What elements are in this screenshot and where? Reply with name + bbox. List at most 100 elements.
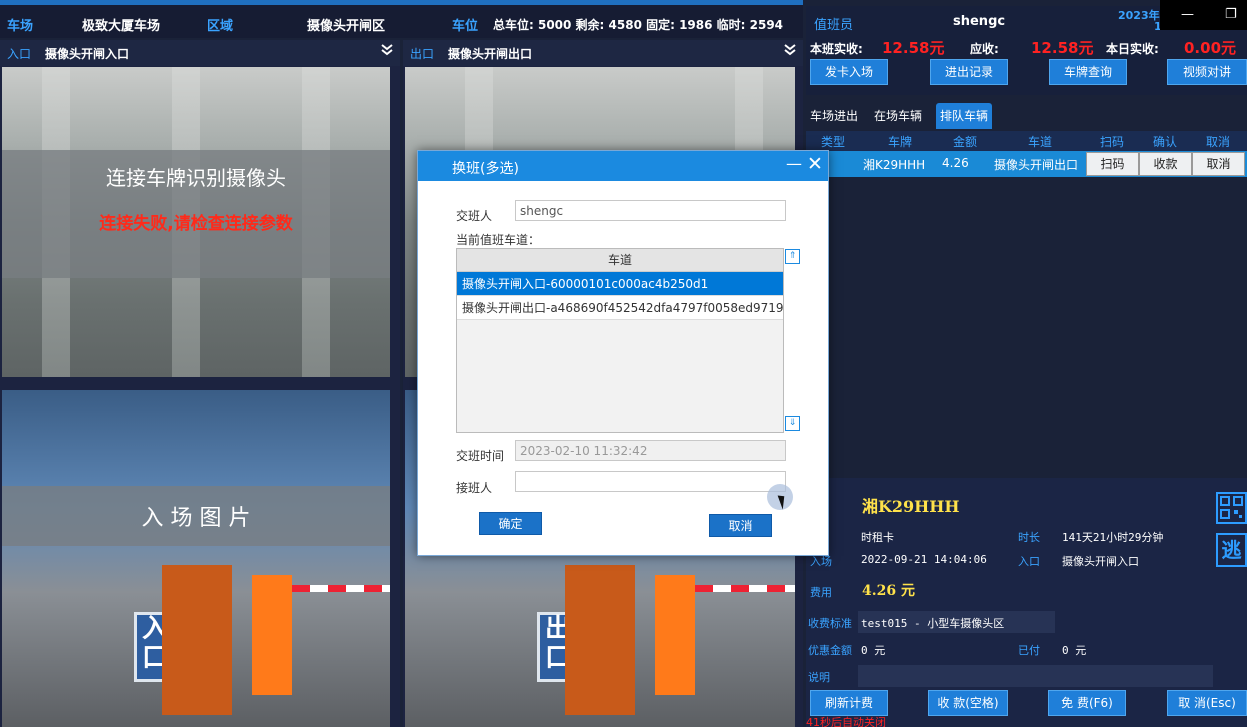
scroll-top-icon[interactable]: ⇑: [785, 249, 800, 264]
handover-input[interactable]: [515, 200, 786, 221]
lane-grid-header: 车道: [457, 249, 783, 272]
scan-button[interactable]: 扫码: [1086, 152, 1139, 176]
standard-value: test015 - 小型车摄像头区: [861, 617, 1005, 630]
fee-value: 4.26 元: [862, 583, 915, 599]
entry-gate: 摄像头开闸入口: [1062, 555, 1139, 568]
collect-payment-button[interactable]: 收 款(空格): [928, 690, 1008, 716]
lane-row[interactable]: 摄像头开闸出口-a468690f452542dfa4797f0058ed9719: [457, 296, 784, 320]
entry-panel-header: 入口 摄像头开闸入口: [0, 40, 400, 66]
due-value: 12.58元: [1031, 39, 1094, 57]
discount-label: 优惠金额: [808, 644, 852, 657]
video-talk-button[interactable]: 视频对讲: [1167, 59, 1247, 85]
card-type: 时租卡: [861, 531, 894, 544]
chevron-double-down-icon[interactable]: [783, 43, 797, 57]
handover-time-label: 交班时间: [456, 449, 505, 463]
camera-connect-title: 连接车牌识别摄像头: [106, 166, 286, 190]
col-plate: 车牌: [888, 135, 913, 149]
top-status-bar: 车场 极致大厦车场 区域 摄像头开闸区 车位 总车位: 5000 剩余: 458…: [0, 0, 803, 38]
dialog-cancel-button[interactable]: 取消: [709, 514, 772, 537]
shift-income-value: 12.58元: [882, 39, 945, 57]
minimize-icon[interactable]: —: [786, 154, 802, 173]
window-controls: — ❐: [1160, 0, 1247, 30]
today-income-label: 本日实收:: [1106, 42, 1159, 56]
note-label: 说明: [808, 671, 830, 684]
operator-name: shengc: [953, 14, 1006, 29]
qr-scan-icon[interactable]: [1216, 492, 1247, 524]
barrier-gate: [655, 575, 695, 695]
entry-kind: 入口: [7, 47, 32, 61]
entry-lane-name: 摄像头开闸入口: [45, 47, 130, 61]
fee-label: 费用: [810, 586, 832, 599]
paid-value: 0 元: [1062, 644, 1087, 657]
duration-value: 141天21小时29分钟: [1062, 531, 1164, 544]
tab-in-lot-vehicles[interactable]: 在场车辆: [870, 103, 926, 129]
issue-card-button[interactable]: 发卡入场: [810, 59, 888, 85]
row-plate: 湘K29HHH: [863, 158, 926, 172]
parking-console: 车场 极致大厦车场 区域 摄像头开闸区 车位 总车位: 5000 剩余: 458…: [0, 0, 1247, 727]
restore-icon[interactable]: ❐: [1225, 7, 1237, 22]
collect-button[interactable]: 收款: [1139, 152, 1192, 176]
exit-kind: 出口: [410, 47, 435, 61]
operator-label: 值班员: [814, 18, 854, 33]
free-button[interactable]: 免 费(F6): [1048, 690, 1126, 716]
today-income-value: 0.00元: [1184, 39, 1237, 57]
records-button[interactable]: 进出记录: [930, 59, 1008, 85]
barrier-gate: [252, 575, 292, 695]
col-lane: 车道: [1028, 135, 1053, 149]
barrier-kiosk: [162, 565, 232, 715]
entry-camera-view[interactable]: 连接车牌识别摄像头 连接失败,请检查连接参数: [2, 67, 390, 377]
lane-row[interactable]: 摄像头开闸入口-60000101c000ac4b250d1: [457, 272, 783, 296]
col-scan: 扫码: [1100, 135, 1125, 149]
entry-panel: 入口 摄像头开闸入口 连接车牌识别摄像头 连接失败,请检查连接参数 入 场 图 …: [0, 40, 400, 727]
vehicle-detail-panel: 湘K29HHH 时租卡 时长 141天21小时29分钟 入场 2022-09-2…: [806, 478, 1247, 727]
col-cancel: 取消: [1206, 135, 1231, 149]
detail-plate: 湘K29HHH: [862, 497, 960, 516]
lane-grid[interactable]: 车道 摄像头开闸入口-60000101c000ac4b250d1 摄像头开闸出口…: [456, 248, 784, 433]
auto-close-text: 41秒后自动关闭: [806, 716, 886, 727]
vehicle-tabs: 车场进出 在场车辆 排队车辆: [806, 103, 1247, 129]
row-cancel-button[interactable]: 取消: [1192, 152, 1245, 176]
space-stats: 总车位: 5000 剩余: 4580 固定: 1986 临时: 2594: [493, 18, 784, 32]
discount-value: 0 元: [861, 644, 886, 657]
refresh-fee-button[interactable]: 刷新计费: [810, 690, 888, 716]
close-icon[interactable]: ✕: [807, 153, 823, 175]
paid-label: 已付: [1018, 644, 1040, 657]
entry-photo-label: 入 场 图 片: [141, 506, 251, 531]
receiver-input[interactable]: [515, 471, 786, 492]
col-confirm: 确认: [1153, 135, 1178, 149]
barrier-arm: [695, 585, 795, 592]
dialog-title: 换班(多选): [452, 161, 519, 177]
cancel-fee-button[interactable]: 取 消(Esc): [1167, 690, 1247, 716]
exit-panel-header: 出口 摄像头开闸出口: [403, 40, 803, 66]
col-amount: 金额: [953, 135, 978, 149]
entry-photo-view[interactable]: 入 场 图 片 入口: [2, 390, 390, 727]
tab-lot-traffic[interactable]: 车场进出: [806, 103, 862, 129]
standard-label: 收费标准: [808, 617, 852, 630]
escape-icon[interactable]: 逃: [1216, 533, 1247, 567]
plate-query-button[interactable]: 车牌查询: [1049, 59, 1127, 85]
tab-queued-vehicles[interactable]: 排队车辆: [936, 103, 993, 129]
queue-table-header: 类型 车牌 金额 车道 扫码 确认 取消: [806, 131, 1247, 151]
minimize-icon[interactable]: —: [1181, 7, 1194, 22]
camera-error-text: 连接失败,请检查连接参数: [99, 214, 293, 234]
standard-field[interactable]: test015 - 小型车摄像头区: [858, 611, 1055, 633]
handover-time-input[interactable]: [515, 440, 786, 461]
barrier-arm: [292, 585, 390, 592]
zone-value: 摄像头开闸区: [307, 19, 386, 34]
chevron-double-down-icon[interactable]: [380, 43, 394, 57]
barrier-kiosk: [565, 565, 635, 715]
entry-gate-label: 入口: [1018, 555, 1040, 568]
receiver-label: 接班人: [456, 481, 493, 495]
due-label: 应收:: [970, 42, 999, 56]
scroll-bottom-icon[interactable]: ⇓: [785, 416, 800, 431]
dialog-title-bar: 换班(多选) — ✕: [418, 151, 828, 181]
entry-time: 2022-09-21 14:04:06: [861, 553, 987, 566]
lot-value: 极致大厦车场: [82, 19, 161, 34]
confirm-button[interactable]: 确定: [479, 512, 542, 535]
table-row[interactable]: 湘K29HHH 4.26 摄像头开闸出口 扫码 收款 取消: [806, 151, 1247, 177]
entry-photo-band: 入 场 图 片: [2, 486, 390, 546]
handover-label: 交班人: [456, 209, 493, 223]
note-field[interactable]: [858, 665, 1213, 687]
row-amount: 4.26: [942, 156, 969, 170]
duration-label: 时长: [1018, 531, 1040, 544]
